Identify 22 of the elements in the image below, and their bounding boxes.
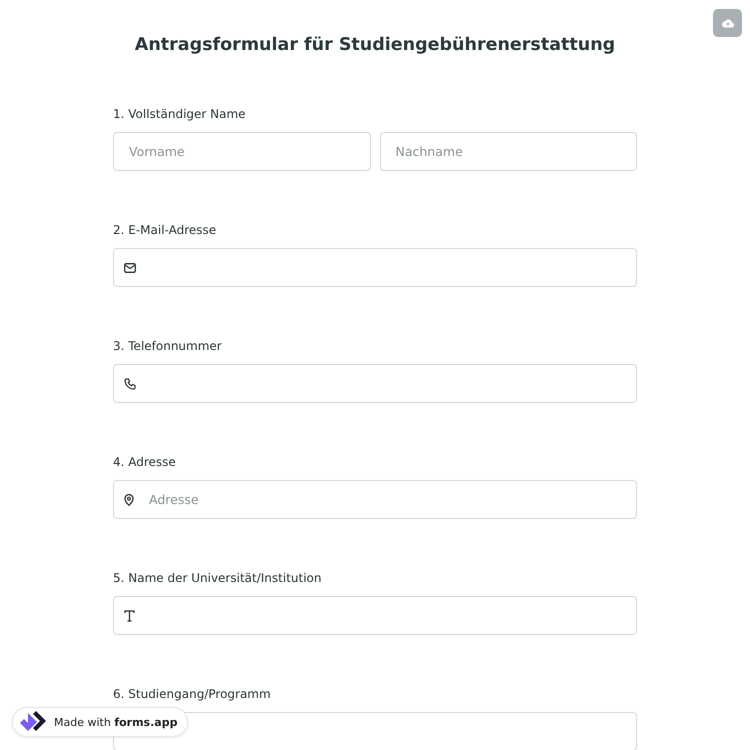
input-field[interactable]	[113, 712, 637, 750]
input-field[interactable]: Adresse	[113, 480, 637, 519]
input-field[interactable]: Nachname	[380, 132, 637, 171]
location-pin-icon	[124, 494, 134, 506]
input-field[interactable]	[113, 364, 637, 403]
made-with-badge[interactable]: Made with forms.app	[12, 707, 188, 737]
cloud-upload-icon	[722, 18, 734, 28]
phone-icon	[124, 378, 136, 390]
question-label: 1. Vollständiger Name	[113, 106, 247, 123]
cloud-upload-button[interactable]	[713, 9, 742, 37]
text-icon	[124, 610, 135, 622]
badge-text: Made with forms.app	[54, 716, 178, 728]
input-field[interactable]	[113, 596, 637, 635]
form-title: Antragsformular für Studiengebührenerstattung	[134, 34, 616, 57]
input-field[interactable]	[113, 248, 637, 287]
question-label: 5. Name der Universität/Institution	[113, 570, 322, 587]
envelope-icon	[124, 262, 136, 272]
question-label: 4. Adresse	[113, 454, 177, 471]
question-label: 2. E-Mail-Adresse	[113, 222, 218, 239]
input-field[interactable]: Vorname	[113, 132, 370, 171]
question-label: 6. Studiengang/Programm	[113, 686, 272, 703]
question-label: 3. Telefonnummer	[113, 338, 223, 355]
